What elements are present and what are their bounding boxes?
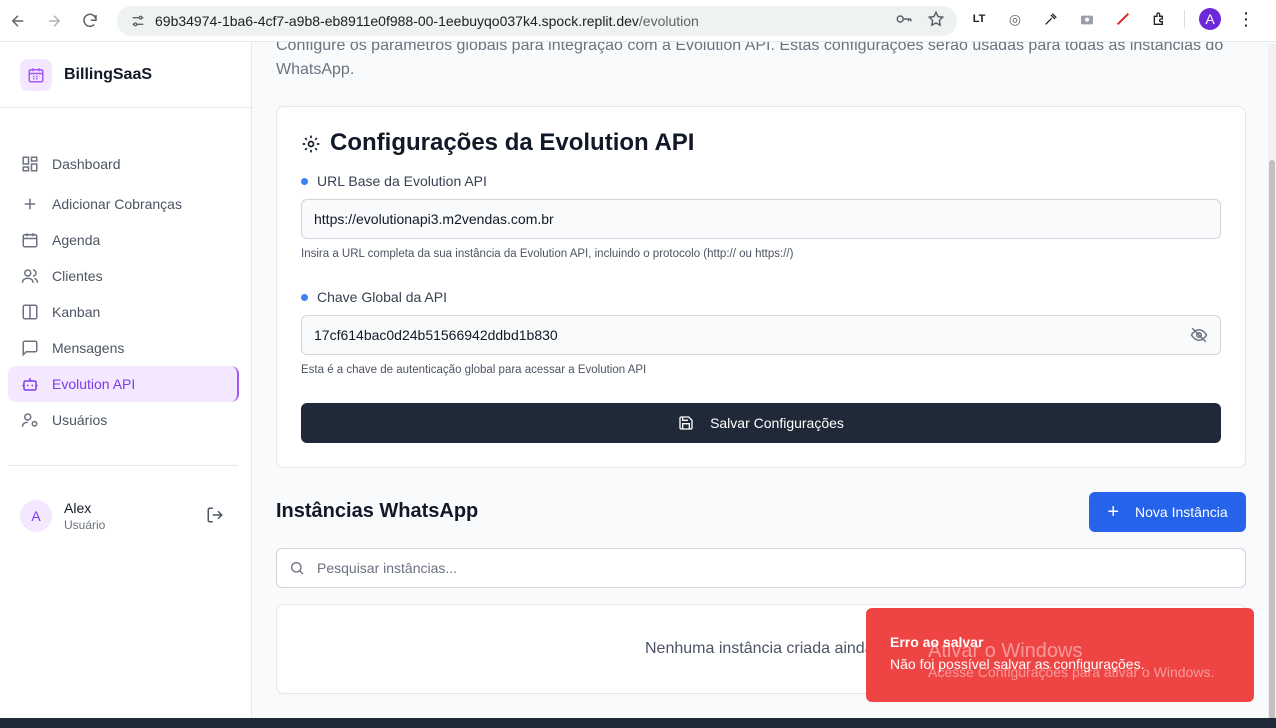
lt-extension-icon[interactable]: LT (968, 8, 990, 30)
url-label-text: URL Base da Evolution API (317, 173, 487, 189)
search-input[interactable]: Pesquisar instâncias... (276, 548, 1246, 588)
search-icon (289, 560, 305, 576)
profile-avatar[interactable]: A (1199, 8, 1221, 30)
sidebar-item-label: Agenda (52, 232, 101, 248)
new-instance-button[interactable]: + Nova Instância (1089, 492, 1246, 532)
brand[interactable]: BillingSaaS (0, 42, 251, 108)
bullet-dot (301, 177, 308, 185)
url-label: URL Base da Evolution API (301, 173, 487, 189)
calendar-logo-icon (20, 58, 52, 91)
toast-title: Erro ao salvar (890, 634, 984, 650)
url-host: 69b34974-1ba6-4cf7-a9b8-eb8911e0f988-00-… (155, 13, 639, 29)
save-config-button[interactable]: Salvar Configurações (301, 403, 1221, 443)
sidebar-item-label: Mensagens (52, 340, 125, 356)
sidebar-item-agenda[interactable]: Agenda (8, 222, 239, 258)
sidebar-item-dashboard[interactable]: Dashboard (8, 146, 239, 182)
sidebar-item-label: Clientes (52, 268, 103, 284)
reload-icon[interactable] (72, 3, 108, 39)
sidebar-item-label: Evolution API (52, 376, 136, 392)
user-profile: A Alex Usuário (20, 498, 232, 534)
key-icon[interactable] (895, 10, 913, 31)
brand-name: BillingSaaS (64, 65, 153, 83)
sidebar-item-label: Usuários (52, 412, 108, 428)
empty-state-text: Nenhuma instância criada ainda (645, 640, 874, 657)
taskbar (0, 718, 1276, 728)
eyedropper-extension-icon[interactable] (1040, 8, 1062, 30)
sidebar-item-adicionar-cobrancas[interactable]: Adicionar Cobranças (8, 186, 239, 222)
sidebar-item-kanban[interactable]: Kanban (8, 294, 239, 330)
key-label-text: Chave Global da API (317, 289, 447, 305)
page-description: Configure os parâmetros globais para int… (276, 42, 1224, 78)
sidebar-item-usuarios[interactable]: Usuários (8, 402, 239, 438)
more-menu-icon[interactable]: ⋮ (1235, 8, 1257, 30)
message-icon (20, 338, 40, 358)
sidebar: BillingSaaS Dashboard Adicionar Cobrança… (0, 42, 252, 718)
site-settings-icon[interactable] (127, 10, 149, 32)
logout-icon[interactable] (206, 506, 224, 529)
user-cog-icon (20, 410, 40, 430)
url-input-value: https://evolutionapi3.m2vendas.com.br (314, 211, 554, 227)
calendar-icon (20, 230, 40, 250)
compass-extension-icon[interactable]: ◎ (1004, 8, 1026, 30)
sidebar-item-evolution-api[interactable]: Evolution API (8, 366, 239, 402)
card-title-text: Configurações da Evolution API (330, 129, 695, 156)
scrollbar[interactable] (1268, 44, 1276, 720)
sidebar-menu: Dashboard Adicionar Cobranças Agenda Cli… (0, 108, 251, 438)
instances-title: Instâncias WhatsApp (276, 500, 479, 522)
kanban-icon (20, 302, 40, 322)
sidebar-item-label: Kanban (52, 304, 101, 320)
dashboard-icon (20, 154, 40, 174)
key-help-text: Esta é a chave de autenticação global pa… (301, 364, 647, 376)
key-label: Chave Global da API (301, 289, 447, 305)
api-key-input[interactable]: 17cf614bac0d24b51566942ddbd1b830 (301, 315, 1221, 355)
scrollbar-thumb[interactable] (1269, 160, 1275, 720)
sidebar-item-label: Dashboard (52, 156, 121, 172)
users-icon (20, 266, 40, 286)
api-key-value: 17cf614bac0d24b51566942ddbd1b830 (314, 327, 558, 343)
plus-icon: + (1107, 501, 1120, 523)
address-bar[interactable]: 69b34974-1ba6-4cf7-a9b8-eb8911e0f988-00-… (117, 6, 957, 36)
bullet-dot (301, 293, 308, 301)
pen-extension-icon[interactable] (1112, 8, 1134, 30)
save-icon (678, 415, 694, 431)
user-role: Usuário (64, 518, 106, 532)
error-toast[interactable]: Erro ao salvar Não foi possível salvar a… (866, 608, 1254, 702)
browser-toolbar: 69b34974-1ba6-4cf7-a9b8-eb8911e0f988-00-… (0, 0, 1276, 42)
toast-message: Não foi possível salvar as configurações… (890, 656, 1145, 672)
url-help-text: Insira a URL completa da sua instância d… (301, 248, 794, 260)
new-instance-label: Nova Instância (1135, 504, 1228, 520)
url-input[interactable]: https://evolutionapi3.m2vendas.com.br (301, 199, 1221, 239)
bot-icon (20, 374, 40, 394)
forward-icon[interactable] (36, 3, 72, 39)
avatar: A (20, 500, 52, 532)
eye-off-icon[interactable] (1190, 326, 1210, 346)
toolbar-divider (1184, 10, 1185, 28)
save-config-label: Salvar Configurações (710, 415, 844, 431)
sidebar-item-clientes[interactable]: Clientes (8, 258, 239, 294)
card-title: Configurações da Evolution API (301, 129, 694, 157)
bookmark-star-icon[interactable] (927, 10, 945, 31)
back-icon[interactable] (0, 3, 36, 39)
url-path: /evolution (638, 13, 699, 29)
gear-icon (301, 133, 321, 153)
sidebar-item-label: Adicionar Cobranças (52, 196, 182, 212)
evolution-config-card: Configurações da Evolution API URL Base … (276, 106, 1246, 468)
puzzle-extensions-icon[interactable] (1148, 8, 1170, 30)
plus-icon (20, 194, 40, 214)
camera-extension-icon[interactable] (1076, 8, 1098, 30)
sidebar-item-mensagens[interactable]: Mensagens (8, 330, 239, 366)
search-placeholder: Pesquisar instâncias... (317, 560, 458, 576)
sidebar-divider (8, 465, 238, 466)
user-name: Alex (64, 500, 92, 516)
